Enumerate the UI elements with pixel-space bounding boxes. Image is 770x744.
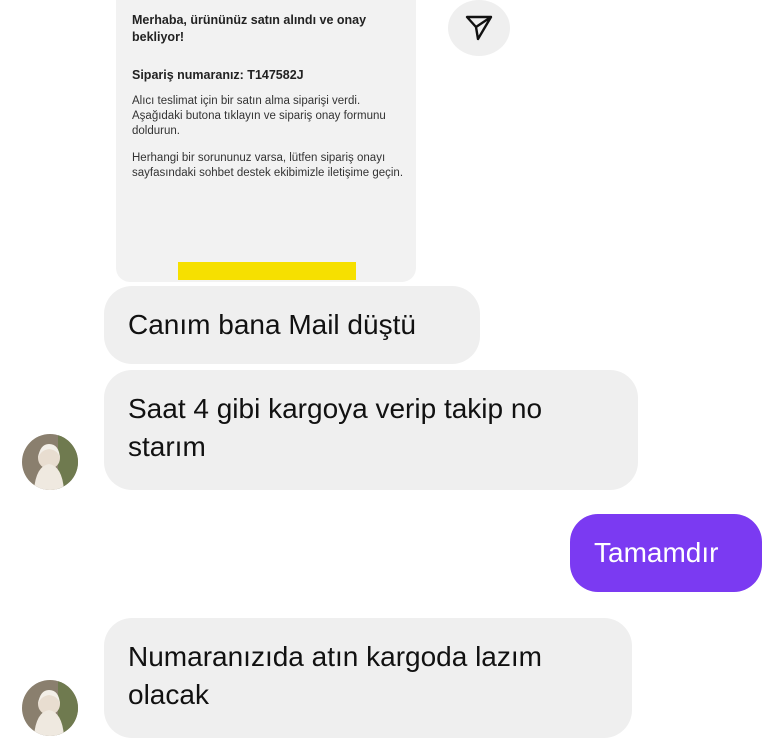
email-greeting: Merhaba, ürününüz satın alındı ve onay b… [132, 13, 367, 44]
email-confirm-button [178, 262, 356, 280]
message-bubble-outgoing[interactable]: Tamamdır [570, 514, 762, 592]
email-content: Merhaba, ürününüz satın alındı ve onay b… [132, 12, 404, 181]
message-bubble-incoming[interactable]: Saat 4 gibi kargoya verip takip no starı… [104, 370, 638, 490]
message-bubble-incoming[interactable]: Canım bana Mail düştü [104, 286, 480, 364]
message-bubble-incoming[interactable]: Numaranızıda atın kargoda lazım olacak [104, 618, 632, 738]
send-icon [465, 15, 493, 41]
avatar[interactable] [22, 680, 78, 736]
email-paragraph: Herhangi bir sorununuz varsa, lütfen sip… [132, 152, 404, 179]
email-paragraph: Alıcı teslimat için bir satın alma sipar… [132, 95, 386, 137]
chat-screen: Merhaba, ürününüz satın alındı ve onay b… [0, 0, 770, 744]
avatar[interactable] [22, 434, 78, 490]
shared-email-image[interactable]: Merhaba, ürününüz satın alındı ve onay b… [116, 0, 416, 282]
share-button[interactable] [448, 0, 510, 56]
email-order-number: Sipariş numaranız: T147582J [132, 68, 304, 82]
